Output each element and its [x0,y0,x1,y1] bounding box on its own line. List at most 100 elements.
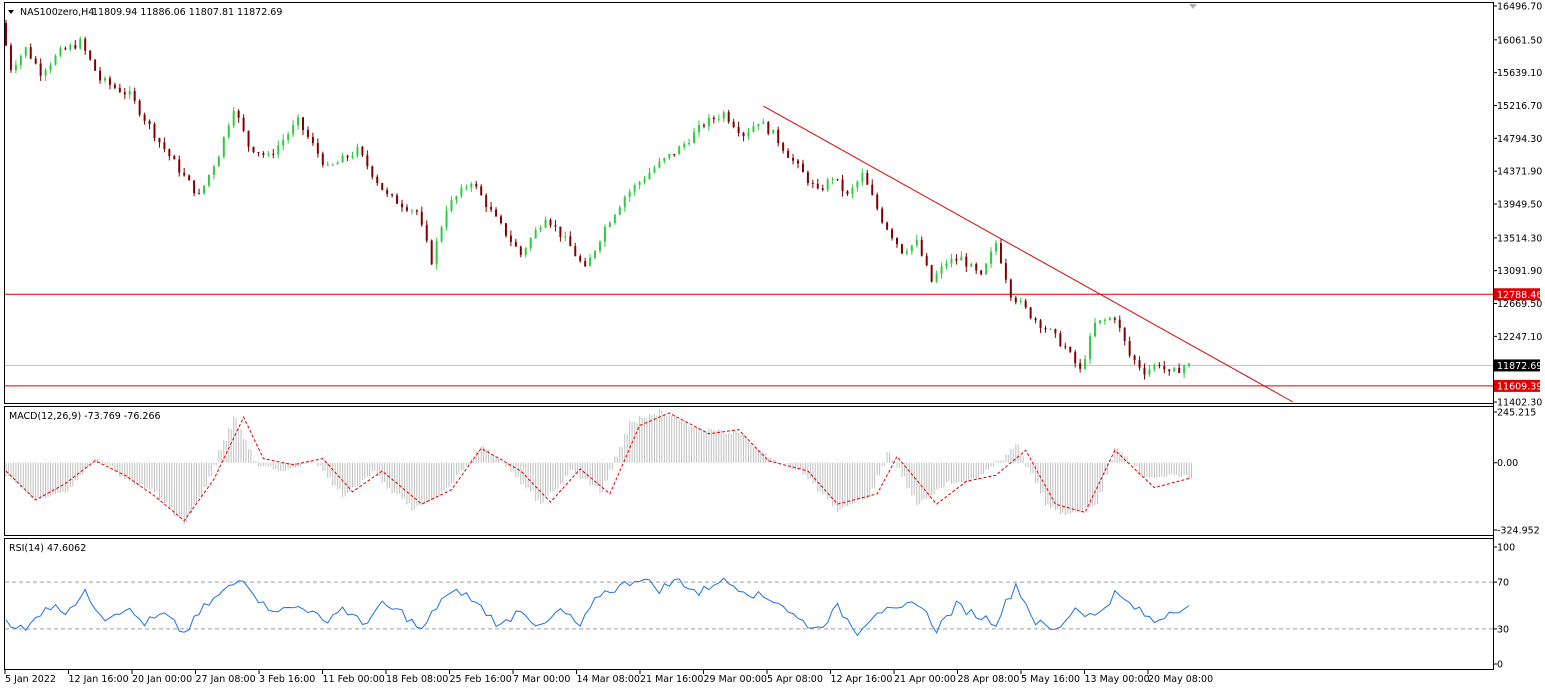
x-tick-label: 11 Feb 00:00 [323,674,385,685]
candle-body [960,256,963,261]
candle-body [94,59,97,71]
x-tick-label: 27 Jan 08:00 [196,674,256,685]
candle-body [1049,329,1052,331]
candle-body [871,184,874,195]
candle-body [970,263,973,267]
candle-body [608,223,611,228]
candle-body [9,45,12,71]
candle-body [306,129,309,137]
candle-body [222,136,225,157]
main-candles-group [5,19,1191,380]
candle-body [1029,307,1032,319]
candle-body [757,123,760,127]
candle-body [1079,363,1082,369]
candle-body [227,125,230,137]
candle-body [143,114,146,121]
x-tick-label: 29 Mar 00:00 [704,674,767,685]
chart-canvas: 16496.70 16061.50 15639.10 15216.70 14794.30… [4,2,1542,685]
candle-body [940,266,943,275]
candle-body [559,226,562,238]
candle-body [1064,346,1067,348]
candle-body [410,210,413,212]
candle-body [1009,279,1012,298]
candle-body [658,161,661,168]
x-tick-label: 21 Mar 16:00 [640,674,703,685]
y-tick-label: 13091.90 [1497,266,1542,277]
candle-body [247,130,250,147]
candle-body [302,117,304,130]
candle-body [792,157,795,161]
candle-body [935,274,938,282]
candle-body [445,210,448,228]
candle-body [1133,355,1136,361]
candle-body [1123,327,1126,341]
candle-body [1034,318,1037,321]
candle-body [831,178,834,180]
y-tick-label: 13949.50 [1497,200,1542,211]
candle-body [772,129,775,134]
candle-body [861,173,864,182]
candle-body [737,127,740,133]
candle-body [787,150,790,158]
x-tick-label: 28 Apr 08:00 [958,674,1020,685]
candle-body [717,118,720,120]
scroll-marker-icon[interactable] [1189,4,1197,9]
candle-body [910,245,913,252]
candle-body [401,203,403,208]
price-tag-level: 12788.46 [1497,290,1542,301]
candle-body [1128,340,1131,356]
x-axis-ticks: 5 Jan 2022 12 Jan 16:00 20 Jan 00:00 27 Jan… [4,670,1213,685]
candle-body [193,180,196,194]
candle-body [44,70,47,76]
candle-body [742,132,745,137]
macd-histogram-group [5,409,1192,525]
candle-body [232,110,235,126]
candle-body [797,160,799,164]
candle-body [440,227,443,242]
candle-body [475,183,478,187]
candle-body [707,117,710,127]
rsi-y-tick-label: 70 [1497,578,1509,589]
candle-body [54,55,57,65]
candle-body [277,145,280,155]
candle-body [262,153,265,155]
candle-body [782,143,785,151]
candle-body [549,219,552,226]
rsi-y-tick-label: 0 [1497,660,1503,671]
candle-body [965,256,968,267]
candle-body [544,219,547,228]
candle-body [163,142,166,150]
candle-body [1098,320,1101,323]
x-tick-label: 21 Apr 00:00 [894,674,956,685]
main-levels-group [5,293,1493,387]
candle-body [391,194,394,196]
candle-body [148,120,151,125]
candle-body [59,48,62,56]
candle-body [995,243,997,252]
x-tick-label: 12 Jan 16:00 [69,674,129,685]
candle-body [856,181,859,188]
candle-body [1183,365,1186,373]
candle-body [183,172,186,176]
candle-body [643,179,646,183]
candle-body [203,185,205,194]
candle-body [633,185,636,192]
candle-body [430,240,433,265]
candle-body [178,159,181,173]
candle-body [603,227,606,242]
rsi-pane-frame [4,538,1494,670]
macd-y-ticks: 245.215 0.00 -324.952 [1493,408,1540,537]
main-trend-group [763,105,1294,403]
y-tick-label: 15639.10 [1497,68,1542,79]
y-tick-label: 16496.70 [1497,2,1542,13]
symbol-dropdown-icon[interactable] [8,10,14,14]
candle-body [455,196,458,200]
candle-body [168,149,171,157]
candle-body [613,214,616,224]
candle-body [668,154,671,159]
candle-body [1188,363,1191,366]
candle-body [702,124,705,127]
candle-body [524,248,527,255]
candle-body [450,199,453,211]
candle-body [1039,320,1042,328]
